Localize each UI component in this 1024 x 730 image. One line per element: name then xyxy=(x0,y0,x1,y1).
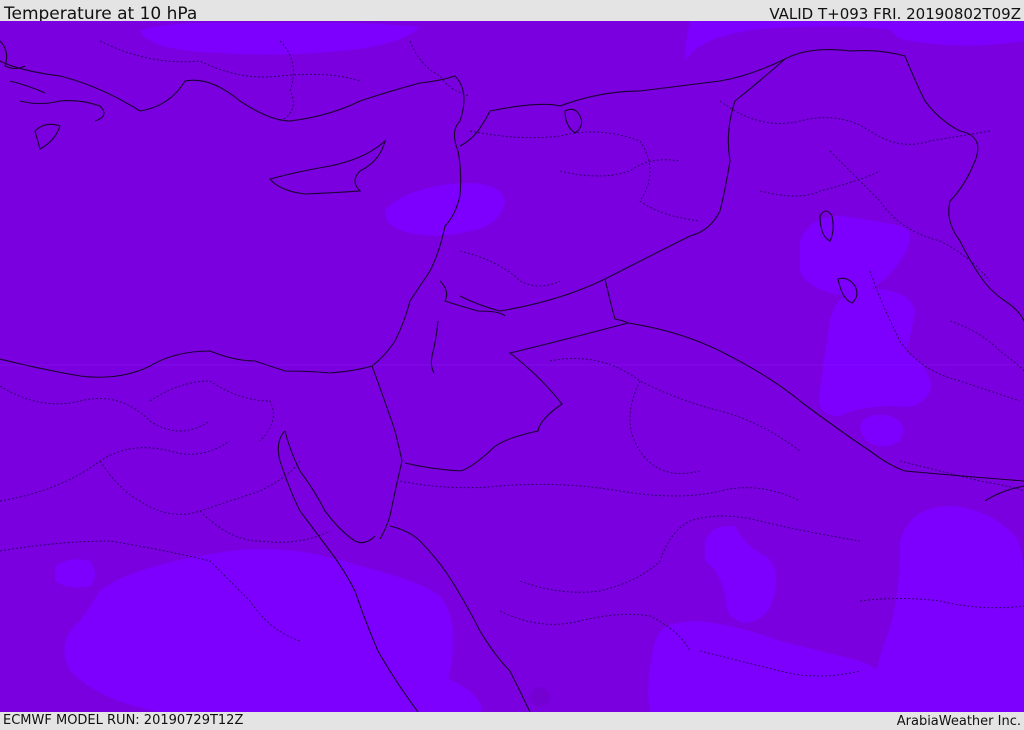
temperature-map[interactable] xyxy=(0,21,1024,712)
credit-label: ArabiaWeather Inc. xyxy=(896,714,1021,729)
patch-west-small xyxy=(55,559,95,588)
footer-bar: ECMWF MODEL RUN: 20190729T12Z ArabiaWeat… xyxy=(0,712,1024,729)
cold-spot xyxy=(530,687,550,707)
header-bar: Temperature at 10 hPa VALID T+093 FRI. 2… xyxy=(0,0,1024,24)
model-run-label: ECMWF MODEL RUN: 20190729T12Z xyxy=(3,713,244,728)
map-canvas[interactable] xyxy=(0,21,1024,712)
